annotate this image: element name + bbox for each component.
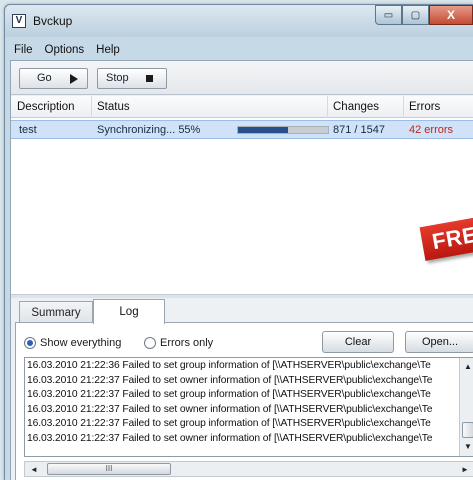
window-controls: ▭ ▢ X [375,5,473,27]
column-header-errors[interactable]: Errors [409,101,440,113]
log-list[interactable]: 16.03.2010 21:22:36 Failed to set group … [24,357,473,457]
log-line: 16.03.2010 21:22:37 Failed to set owner … [27,432,433,444]
errors-only-label: Errors only [160,337,214,349]
menu-options[interactable]: Options [45,44,85,56]
maximize-button[interactable]: ▢ [402,5,429,25]
column-divider[interactable] [327,96,328,118]
column-header-changes[interactable]: Changes [333,101,379,113]
log-line: 16.03.2010 21:22:37 Failed to set group … [27,389,431,400]
client-area: Go Stop Description Status Changes Error… [10,60,473,480]
log-line: 16.03.2010 21:22:36 Failed to set group … [27,360,431,371]
tab-summary[interactable]: Summary [19,301,93,323]
menu-help[interactable]: Help [96,44,120,56]
log-line: 16.03.2010 21:22:37 Failed to set owner … [27,374,433,386]
scroll-right-icon[interactable]: ► [461,465,469,474]
column-header-status[interactable]: Status [97,101,130,113]
clear-button[interactable]: Clear [322,331,394,353]
vertical-scroll-thumb[interactable] [462,422,473,438]
scroll-down-icon[interactable]: ▼ [464,442,472,451]
row-errors[interactable]: 42 errors [409,124,453,136]
go-button[interactable]: Go [19,68,88,89]
app-window: V Bvckup ▭ ▢ X File Options Help Go Stop… [4,4,473,480]
radio-selected-icon [24,337,36,349]
close-button[interactable]: X [429,5,473,25]
vertical-scrollbar[interactable]: ▲ ▼ [459,358,473,456]
log-line: 16.03.2010 21:22:37 Failed to set owner … [27,403,433,415]
minimize-button[interactable]: ▭ [375,5,402,25]
log-line: 16.03.2010 21:22:37 Failed to set group … [27,418,431,429]
column-divider[interactable] [403,96,404,118]
tab-log[interactable]: Log [93,299,165,324]
show-everything-radio[interactable]: Show everything [24,337,121,349]
row-description: test [19,124,37,136]
scroll-up-icon[interactable]: ▲ [464,362,472,371]
errors-only-radio[interactable]: Errors only [144,337,213,349]
radio-unselected-icon [144,337,156,349]
stop-button-label: Stop [106,72,129,84]
progress-bar [237,126,329,134]
menu-file[interactable]: File [14,44,33,56]
table-header: Description Status Changes Errors [11,96,473,118]
progress-fill [238,127,288,133]
toolbar: Go Stop [11,61,473,95]
title-bar[interactable]: V Bvckup ▭ ▢ X [5,5,473,37]
show-everything-label: Show everything [40,337,122,349]
stop-icon [146,75,153,82]
table-row[interactable]: test Synchronizing... 55% 871 / 1547 42 … [11,120,473,139]
log-panel: Show everything Errors only Clear Open..… [15,322,473,480]
tab-bar: Summary Log [11,298,473,324]
column-divider[interactable] [91,96,92,118]
row-changes: 871 / 1547 [333,124,385,136]
log-lines: 16.03.2010 21:22:36 Failed to set group … [27,360,457,447]
scroll-left-icon[interactable]: ◄ [30,465,38,474]
backup-list: test Synchronizing... 55% 871 / 1547 42 … [11,118,473,294]
go-button-label: Go [37,72,52,84]
horizontal-scroll-thumb[interactable]: III [47,463,171,475]
menu-bar: File Options Help [10,40,473,59]
row-status: Synchronizing... 55% [97,124,201,136]
app-logo-icon: V [12,14,26,28]
stop-button[interactable]: Stop [97,68,167,89]
column-header-description[interactable]: Description [17,101,75,113]
play-icon [70,74,78,84]
horizontal-scrollbar[interactable]: ◄ III ► [24,461,473,477]
open-button[interactable]: Open... [405,331,473,353]
window-title: Bvckup [33,14,73,28]
